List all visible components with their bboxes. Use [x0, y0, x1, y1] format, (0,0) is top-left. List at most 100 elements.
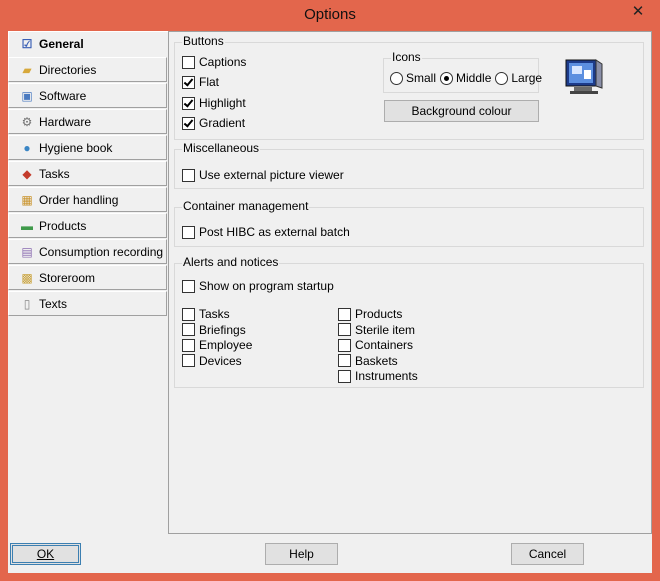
checkbox-box[interactable] — [338, 369, 351, 383]
show-on-startup-label: Show on program startup — [199, 279, 334, 293]
monitor-icon — [565, 59, 603, 94]
flat-checkbox-box[interactable] — [182, 75, 195, 89]
tab-label: Tasks — [39, 166, 70, 181]
options-window: Options ✕ ☑ General ▰ Directories ▣ Software ⚙… — [0, 0, 660, 581]
post-hibc-checkbox[interactable]: Post HIBC as external batch — [182, 225, 350, 239]
tab-software[interactable]: ▣ Software — [8, 83, 167, 108]
help-button[interactable]: Help — [265, 543, 338, 565]
tab-consumption-recording[interactable]: ▤ Consumption recording — [8, 239, 167, 264]
captions-checkbox-box[interactable] — [182, 55, 195, 69]
miscellaneous-group: Miscellaneous Use external picture viewe… — [174, 141, 644, 189]
flat-checkbox[interactable]: Flat — [182, 75, 219, 89]
external-viewer-label: Use external picture viewer — [199, 168, 344, 182]
buttons-group-label: Buttons — [182, 34, 225, 48]
checkbox-box[interactable] — [182, 323, 195, 336]
tab-label: Texts — [39, 296, 68, 311]
post-hibc-label: Post HIBC as external batch — [199, 225, 350, 239]
icons-group-label: Icons — [391, 50, 422, 64]
checkbox-box[interactable] — [182, 354, 195, 367]
container-management-group: Container management Post HIBC as extern… — [174, 199, 644, 247]
tab-order-handling[interactable]: ▦ Order handling — [8, 187, 167, 212]
checkbox-label: Sterile item — [355, 322, 416, 337]
checkbox-box[interactable] — [338, 338, 351, 352]
background-colour-button[interactable]: Background colour — [384, 100, 539, 122]
external-viewer-checkbox-box[interactable] — [182, 168, 195, 182]
tab-label: Products — [39, 218, 87, 233]
checkbox-box[interactable] — [182, 307, 195, 321]
cancel-button[interactable]: Cancel — [511, 543, 584, 565]
checkbox-box[interactable] — [182, 338, 195, 352]
window-title: Options — [304, 6, 356, 23]
checkbox-label: Containers — [355, 338, 414, 352]
alert-employee-checkbox[interactable]: Employee — [182, 338, 252, 352]
tab-products[interactable]: ▬ Products — [8, 213, 167, 238]
alerts-group-label: Alerts and notices — [182, 255, 280, 269]
gradient-label: Gradient — [199, 116, 246, 130]
tab-label: Storeroom — [39, 270, 96, 285]
large-radio[interactable]: Large — [495, 71, 542, 85]
checkbox-label: Tasks — [199, 307, 230, 321]
tab-label: Directories — [39, 62, 97, 77]
gradient-checkbox[interactable]: Gradient — [182, 116, 245, 130]
checklist-icon: ☑ — [21, 37, 33, 51]
alert-sterile-item-checkbox[interactable]: Sterile item — [338, 323, 415, 337]
dialog-client-area: ☑ General ▰ Directories ▣ Software ⚙ Hardware ● H… — [8, 31, 652, 573]
checkbox-box[interactable] — [338, 323, 351, 336]
tab-label: Consumption recording — [39, 244, 164, 259]
checkbox-label: Employee — [199, 338, 253, 352]
alert-containers-checkbox[interactable]: Containers — [338, 338, 413, 352]
close-button[interactable]: ✕ — [624, 2, 652, 22]
external-viewer-checkbox[interactable]: Use external picture viewer — [182, 168, 344, 182]
general-panel: Buttons Captions Flat Highlight Gradient — [168, 31, 652, 534]
tab-directories[interactable]: ▰ Directories — [8, 57, 167, 82]
document-icon: ▯ — [23, 296, 31, 311]
post-hibc-checkbox-box[interactable] — [182, 225, 195, 239]
tab-tasks[interactable]: ◆ Tasks — [8, 161, 167, 186]
checkbox-box[interactable] — [338, 307, 351, 321]
tab-hardware[interactable]: ⚙ Hardware — [8, 109, 167, 134]
alert-tasks-checkbox[interactable]: Tasks — [182, 307, 230, 321]
alerts-group: Alerts and notices Show on program start… — [174, 255, 644, 388]
tab-texts[interactable]: ▯ Texts — [8, 291, 167, 316]
captions-checkbox[interactable]: Captions — [182, 55, 246, 69]
checkbox-label: Devices — [199, 353, 242, 368]
consumption-icon: ▤ — [21, 244, 33, 259]
storeroom-icon: ▩ — [21, 270, 33, 285]
alert-devices-checkbox[interactable]: Devices — [182, 354, 242, 368]
tab-hygiene-book[interactable]: ● Hygiene book — [8, 135, 167, 160]
alert-briefings-checkbox[interactable]: Briefings — [182, 323, 246, 337]
tab-general[interactable]: ☑ General — [8, 31, 168, 57]
show-on-startup-checkbox-box[interactable] — [182, 279, 195, 293]
small-radio[interactable]: Small — [390, 71, 436, 85]
checkbox-label: Briefings — [199, 322, 246, 337]
tab-label: Hardware — [39, 114, 92, 129]
middle-radio[interactable]: Middle — [440, 71, 491, 85]
checkbox-label: Products — [355, 307, 403, 321]
highlight-checkbox[interactable]: Highlight — [182, 96, 246, 110]
checkbox-label: Instruments — [355, 369, 418, 383]
tab-label: Software — [39, 88, 87, 103]
tab-label: General — [39, 37, 84, 51]
title-bar[interactable]: Options ✕ — [0, 0, 660, 31]
alert-products-checkbox[interactable]: Products — [338, 307, 402, 321]
hardware-icon: ⚙ — [21, 114, 33, 129]
gradient-checkbox-box[interactable] — [182, 116, 195, 130]
checkbox-box[interactable] — [338, 354, 351, 367]
checkbox-label: Baskets — [355, 353, 398, 368]
box-icon: ▦ — [21, 192, 33, 207]
flat-label: Flat — [199, 75, 220, 89]
show-on-startup-checkbox[interactable]: Show on program startup — [182, 279, 334, 293]
folder-icon: ▰ — [22, 62, 32, 77]
captions-label: Captions — [199, 55, 247, 69]
globe-icon: ● — [23, 140, 31, 155]
icons-group: Icons Small Middle Large — [383, 50, 542, 93]
alert-baskets-checkbox[interactable]: Baskets — [338, 354, 398, 368]
ok-button[interactable]: OK — [10, 543, 81, 565]
buttons-group: Buttons Captions Flat Highlight Gradient — [174, 34, 644, 140]
button-bar: OK Help Cancel — [8, 534, 652, 573]
alert-instruments-checkbox[interactable]: Instruments — [338, 369, 418, 383]
tab-storeroom[interactable]: ▩ Storeroom — [8, 265, 167, 290]
products-icon: ▬ — [21, 218, 33, 233]
highlight-checkbox-box[interactable] — [182, 96, 195, 110]
tab-label: Order handling — [39, 192, 119, 207]
